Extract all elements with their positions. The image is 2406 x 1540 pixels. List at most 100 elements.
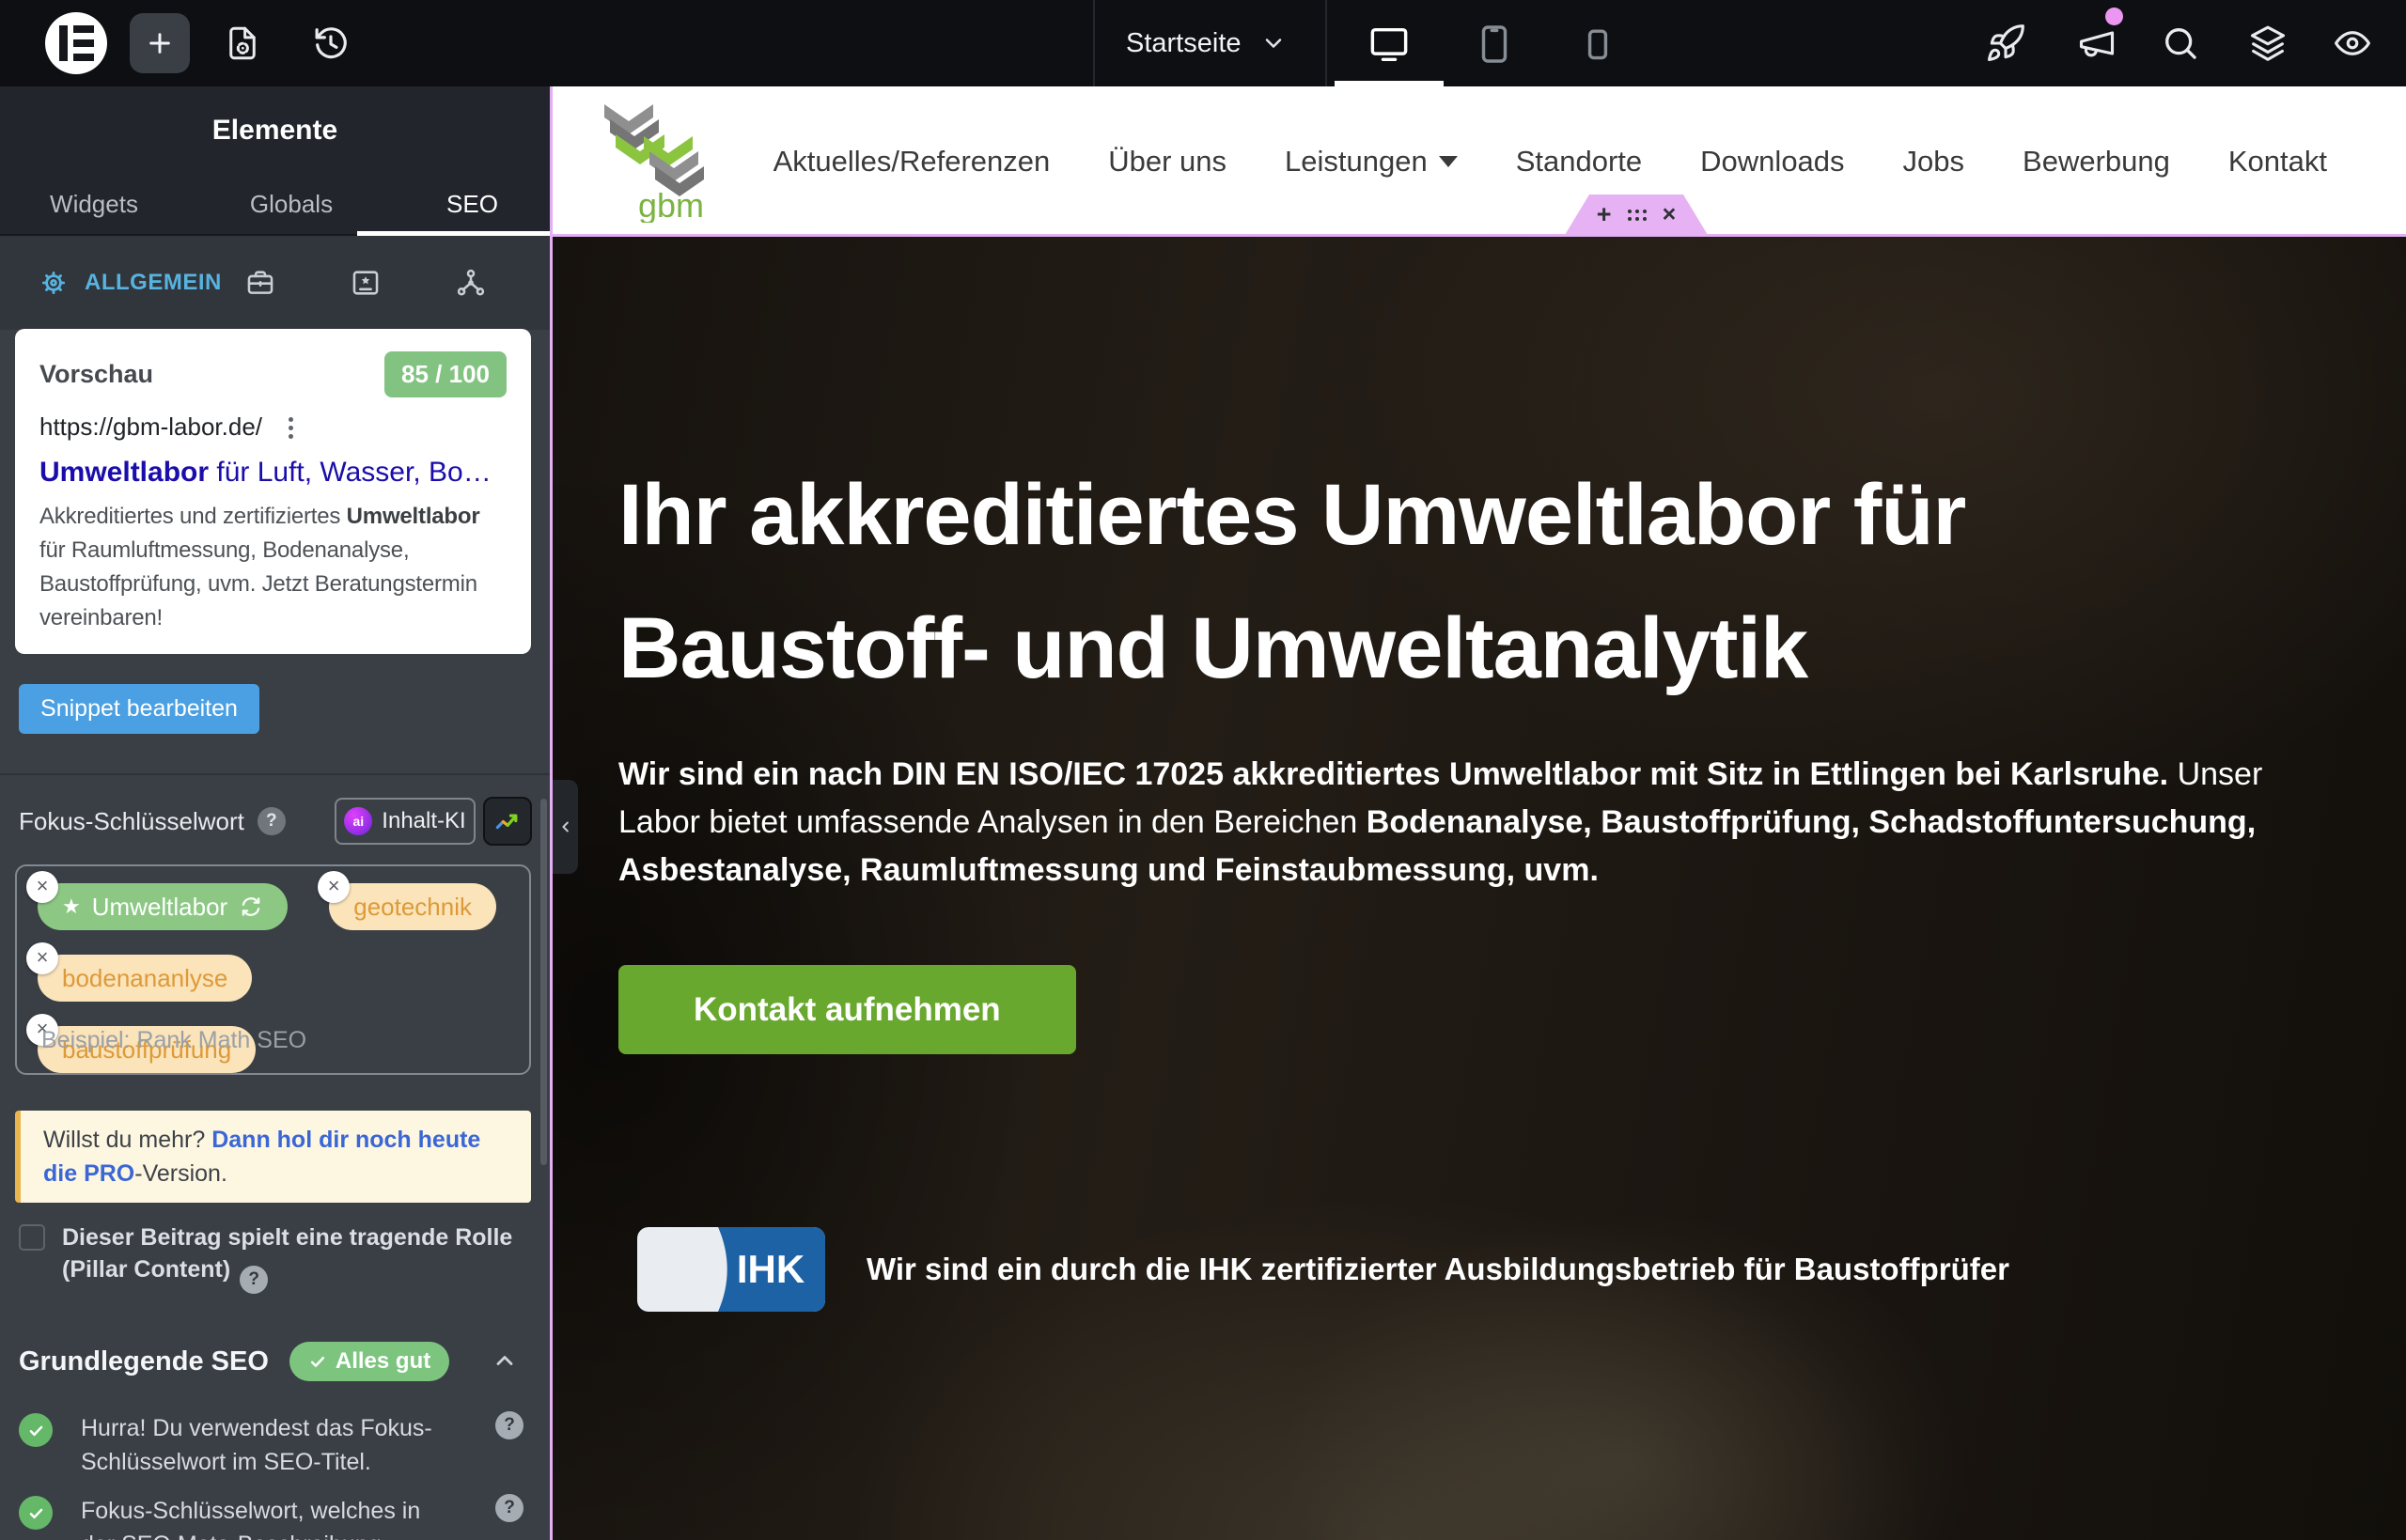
rankmath-tab-social[interactable]	[455, 267, 487, 299]
sync-icon[interactable]	[239, 894, 263, 919]
tab-seo[interactable]: SEO	[395, 174, 550, 234]
remove-keyword-icon[interactable]: ×	[26, 871, 58, 903]
kontakt-aufnehmen-button[interactable]: Kontakt aufnehmen	[618, 965, 1076, 1054]
finder-search-button[interactable]	[2160, 23, 2201, 64]
preview-title-rest: für Luft, Wasser, Bo…	[209, 457, 492, 488]
remove-keyword-icon[interactable]: ×	[26, 942, 58, 974]
hero-section: Ihr akkreditiertes Umweltlabor für Baust…	[550, 237, 2406, 1540]
add-section-icon[interactable]: +	[1597, 202, 1612, 227]
document-switcher[interactable]: Startseite	[1126, 0, 1287, 86]
schema-card-icon	[350, 267, 382, 299]
rankmath-tabbar: ALLGEMEIN	[0, 236, 550, 330]
device-mobile-button[interactable]	[1575, 22, 1620, 67]
rankmath-tab-schema[interactable]	[350, 267, 382, 299]
pro-upsell-notice: Willst du mehr? Dann hol dir noch heute …	[15, 1111, 531, 1203]
page-settings-button[interactable]	[222, 23, 263, 64]
ihk-certification-row: IHK Wir sind ein durch die IHK zertifizi…	[637, 1227, 2009, 1312]
pillar-content-label: Dieser Beitrag spielt eine tragende Roll…	[62, 1221, 513, 1294]
trends-button[interactable]	[483, 797, 532, 846]
nav-leistungen[interactable]: Leistungen	[1285, 145, 1458, 179]
launch-button[interactable]	[1985, 23, 2026, 64]
document-name: Startseite	[1126, 28, 1242, 59]
gbm-logo[interactable]: gbm	[602, 99, 706, 223]
trend-chart-icon	[492, 806, 523, 836]
whats-new-button[interactable]	[2076, 23, 2117, 64]
basic-seo-title: Grundlegende SEO	[19, 1346, 269, 1377]
keyword-pill-primary[interactable]: × ★ Umweltlabor	[38, 883, 288, 930]
seo-check-text: Hurra! Du verwendest das Fokus-Schlüssel…	[81, 1411, 449, 1479]
elementor-menu-button[interactable]	[45, 12, 107, 74]
pillar-content-checkbox[interactable]	[19, 1224, 45, 1251]
edit-snippet-button[interactable]: Snippet bearbeiten	[19, 684, 259, 734]
pillar-content-row: Dieser Beitrag spielt eine tragende Roll…	[19, 1221, 531, 1294]
nav-aktuelles[interactable]: Aktuelles/Referenzen	[773, 145, 1051, 179]
nav-ueber-uns[interactable]: Über uns	[1108, 145, 1226, 179]
nav-downloads[interactable]: Downloads	[1700, 145, 1844, 179]
serp-preview-card: Vorschau 85 / 100 https://gbm-labor.de/ …	[15, 329, 531, 654]
megaphone-icon	[2076, 23, 2117, 64]
desktop-icon	[1367, 23, 1411, 66]
toolbar-divider	[1093, 0, 1095, 86]
tab-globals[interactable]: Globals	[188, 174, 395, 234]
device-desktop-button[interactable]	[1367, 22, 1412, 67]
delete-section-icon[interactable]: ×	[1663, 203, 1677, 226]
help-icon[interactable]: ?	[495, 1411, 523, 1439]
site-header: gbm Aktuelles/Referenzen Über uns Leistu…	[550, 86, 2406, 237]
panel-collapse-button[interactable]	[553, 780, 578, 874]
panel-title: Elemente	[212, 115, 337, 147]
eye-icon	[2332, 23, 2373, 64]
keyword-label: geotechnik	[353, 893, 472, 922]
tab-widgets[interactable]: Widgets	[0, 174, 188, 234]
section-handle[interactable]: + ×	[1565, 194, 1708, 235]
scrollbar-thumb[interactable]	[540, 799, 547, 1165]
nav-standorte[interactable]: Standorte	[1516, 145, 1642, 179]
hero-paragraph-bold1: Wir sind ein nach DIN EN ISO/IEC 17025 a…	[618, 756, 2168, 792]
rocket-icon	[1985, 23, 2026, 64]
drag-handle-icon[interactable]	[1628, 210, 1647, 221]
content-ai-icon: ai	[344, 807, 372, 835]
keyword-label: Umweltlabor	[92, 893, 228, 922]
history-button[interactable]	[310, 23, 352, 64]
help-icon[interactable]: ?	[240, 1266, 268, 1294]
hero-heading: Ihr akkreditiertes Umweltlabor für Baust…	[618, 448, 2331, 715]
editor-sidebar: Elemente Widgets Globals SEO ALLGEMEIN	[0, 86, 550, 1540]
add-element-button[interactable]	[130, 13, 190, 73]
keyword-pill[interactable]: × geotechnik	[329, 883, 496, 930]
hero-paragraph: Wir sind ein nach DIN EN ISO/IEC 17025 a…	[618, 751, 2331, 894]
rankmath-tab-general[interactable]: ALLGEMEIN	[38, 236, 222, 330]
notification-dot	[2105, 8, 2123, 25]
preview-desc-keyword: Umweltlabor	[347, 504, 480, 529]
focus-keywords-input[interactable]: × ★ Umweltlabor × geotechnik × bodenanan…	[15, 864, 531, 1075]
rankmath-tab-advanced[interactable]	[244, 267, 276, 299]
star-icon[interactable]: ★	[62, 894, 81, 919]
basic-seo-status-badge: Alles gut	[289, 1342, 449, 1381]
help-icon[interactable]: ?	[495, 1494, 523, 1522]
keyword-pill[interactable]: × bodenananlyse	[38, 955, 252, 1002]
content-ai-button[interactable]: ai Inhalt-KI	[335, 798, 476, 845]
nav-kontakt[interactable]: Kontakt	[2228, 145, 2327, 179]
remove-keyword-icon[interactable]: ×	[318, 871, 350, 903]
toolbar-divider	[1325, 0, 1327, 86]
chevron-up-icon[interactable]	[492, 1347, 518, 1374]
nav-bewerbung[interactable]: Bewerbung	[2023, 145, 2170, 179]
nav-jobs[interactable]: Jobs	[1903, 145, 1964, 179]
layers-icon	[2247, 23, 2289, 64]
preview-url: https://gbm-labor.de/	[39, 412, 262, 442]
tablet-icon	[1473, 23, 1516, 66]
chevron-down-icon	[1260, 30, 1287, 56]
elementor-logo-icon	[59, 25, 94, 61]
pillar-content-text: Dieser Beitrag spielt eine tragende Roll…	[62, 1224, 512, 1283]
device-tablet-button[interactable]	[1472, 22, 1517, 67]
check-passed-icon	[19, 1496, 53, 1530]
preview-title-keyword: Umweltlabor	[39, 457, 209, 488]
plus-icon	[145, 28, 175, 58]
seo-check-item: Hurra! Du verwendest das Fokus-Schlüssel…	[19, 1411, 531, 1479]
structure-button[interactable]	[2247, 23, 2289, 64]
preview-button[interactable]	[2332, 23, 2373, 64]
dropdown-caret-icon	[1439, 156, 1458, 167]
focus-keyword-label: Fokus-Schlüsselwort	[19, 807, 244, 836]
help-icon[interactable]: ?	[258, 807, 286, 835]
active-device-indicator	[1335, 81, 1444, 86]
basic-seo-header[interactable]: Grundlegende SEO Alles gut	[19, 1342, 531, 1381]
keyword-input-placeholder: Beispiel: Rank Math SEO	[41, 1027, 306, 1054]
